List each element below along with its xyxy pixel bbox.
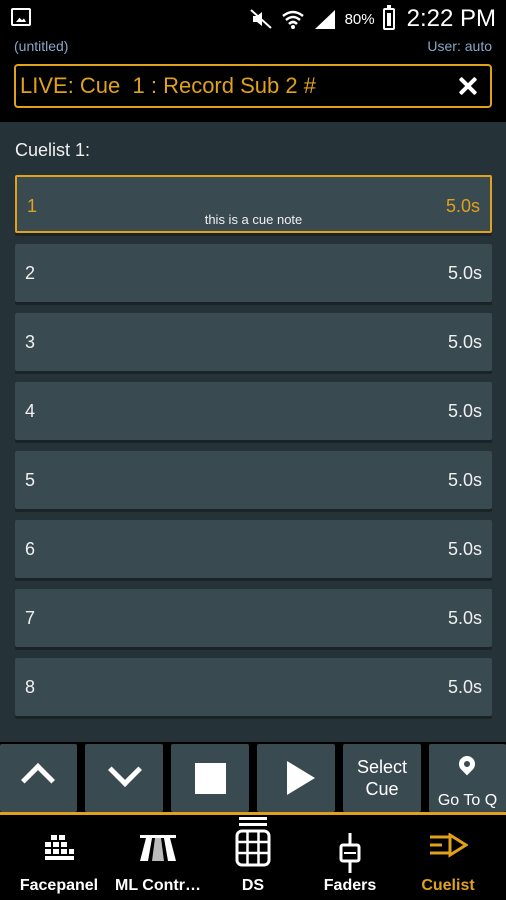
wifi-icon [281,10,304,29]
chevron-down-icon [108,753,142,787]
ds-grid-icon [235,817,271,867]
cue-row[interactable]: 7 5.0s [15,589,492,647]
file-name: (untitled) [14,38,69,54]
chevron-up-icon [21,763,55,797]
live-command-bar[interactable]: LIVE: Cue 1 : Record Sub 2 # [14,64,492,108]
cue-number: 4 [25,401,36,421]
go-to-q-label: Go To Q [437,792,498,809]
subheader: (untitled) User: auto [0,38,506,60]
select-cue-button[interactable]: Select Cue [343,744,421,812]
tab-label: Facepanel [19,877,99,894]
cue-row[interactable]: 2 5.0s [15,244,492,302]
signal-icon [314,10,335,29]
cue-time: 5.0s [447,677,482,697]
cue-number: 7 [25,608,36,628]
previous-cue-button[interactable] [0,744,77,812]
status-bar: 80% 2:22 PM [0,0,506,38]
tab-label: DS [241,877,265,894]
battery-icon [382,5,395,30]
cue-time: 5.0s [447,332,482,352]
tab-label: Cuelist [421,877,475,894]
tab-ml-control[interactable]: ML Contr… [110,815,206,900]
select-cue-label-line1: Select [356,757,408,777]
cuelist-icon [430,833,468,858]
close-icon[interactable] [456,74,480,98]
mute-icon [249,9,272,29]
tab-facepanel[interactable]: Facepanel [0,815,118,900]
cue-row[interactable]: 8 5.0s [15,658,492,716]
cue-row[interactable]: 1 5.0s this is a cue note [15,175,492,233]
battery-percent: 80% [344,10,375,28]
control-bar: Select Cue Go To Q [0,742,506,812]
cue-time: 5.0s [447,608,482,628]
next-cue-button[interactable] [85,744,163,812]
ml-control-icon [140,835,176,861]
location-pin-icon [455,752,479,776]
cue-row[interactable]: 5 5.0s [15,451,492,509]
cue-number: 8 [25,677,36,697]
stop-icon [195,763,226,794]
cue-row[interactable]: 3 5.0s [15,313,492,371]
cue-number: 3 [25,332,36,352]
cue-time: 5.0s [447,470,482,490]
fader-icon [339,833,361,873]
cue-number: 2 [25,263,36,283]
tab-ds[interactable]: DS [210,815,296,900]
cue-number: 6 [25,539,36,559]
tab-cuelist[interactable]: Cuelist [400,815,496,900]
tab-label: ML Contr… [115,877,201,894]
play-button[interactable] [257,744,335,812]
cuelist-title: Cuelist 1: [15,140,91,160]
cuelist-panel: Cuelist 1: 1 5.0s this is a cue note 2 5… [0,122,506,742]
cue-number: 5 [25,470,36,490]
facepanel-icon [45,835,74,860]
user-label: User: auto [427,38,492,54]
cue-time: 5.0s [447,401,482,421]
stop-button[interactable] [171,744,249,812]
cue-time: 5.0s [447,539,482,559]
cue-time: 5.0s [447,263,482,283]
gallery-icon [11,8,31,26]
go-to-q-button[interactable]: Go To Q [429,744,506,812]
cue-row[interactable]: 4 5.0s [15,382,492,440]
clock: 2:22 PM [406,5,496,32]
cue-note: this is a cue note [204,212,303,227]
select-cue-label-line2: Cue [365,779,399,799]
tab-faders[interactable]: Faders [300,815,400,900]
live-command-text: LIVE: Cue 1 : Record Sub 2 # [20,73,316,98]
tab-label: Faders [323,877,377,894]
cue-row[interactable]: 6 5.0s [15,520,492,578]
play-icon [287,761,315,795]
bottom-tab-bar: Facepanel ML Contr… DS Faders Cuelist [0,812,506,900]
status-icons: 80% 2:22 PM [249,4,496,34]
